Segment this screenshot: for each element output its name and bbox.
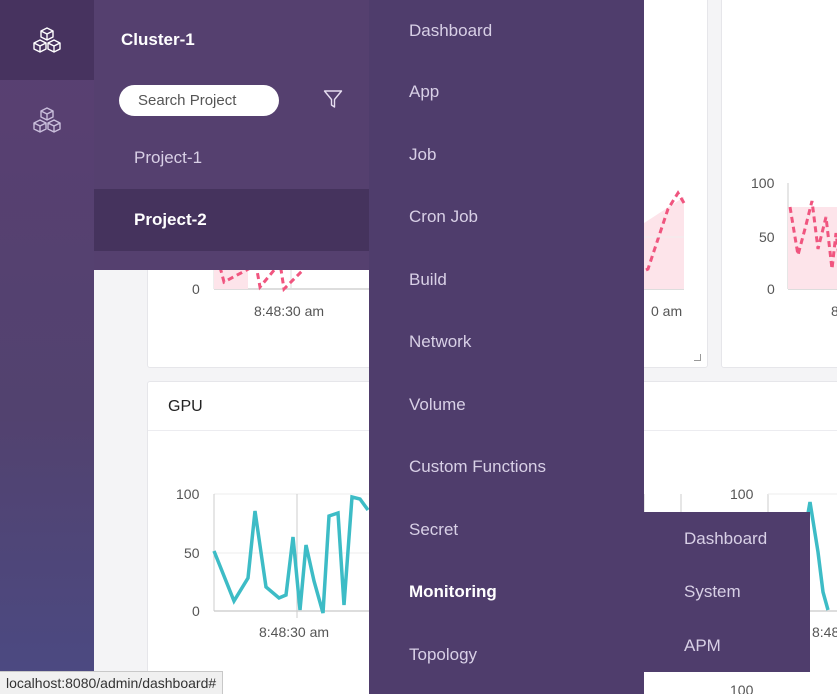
status-bar-url: localhost:8080/admin/dashboard#: [0, 671, 224, 694]
filter-icon[interactable]: [323, 89, 343, 114]
menu-item-cron-job[interactable]: Cron Job: [369, 186, 644, 248]
project-panel: Cluster-1 Project-1 Project-2: [94, 0, 370, 270]
y-tick-label: 100: [730, 682, 754, 694]
y-tick-label: 100: [730, 486, 754, 502]
submenu-item-system[interactable]: System: [644, 565, 810, 618]
menu-item-label: Job: [409, 145, 437, 164]
x-tick-label: 8:48:30 am: [259, 624, 330, 640]
menu-item-monitoring[interactable]: Monitoring: [369, 561, 644, 623]
monitoring-submenu: Dashboard System APM: [644, 512, 810, 672]
submenu-item-label: Dashboard: [684, 528, 768, 548]
y-tick-label: 50: [759, 229, 775, 245]
menu-item-build[interactable]: Build: [369, 249, 644, 311]
project-item[interactable]: Project-1: [94, 127, 370, 189]
y-tick-label: 100: [176, 486, 200, 502]
menu-item-app[interactable]: App: [369, 61, 644, 123]
submenu-item-dashboard[interactable]: Dashboard: [644, 512, 810, 565]
project-item-selected[interactable]: Project-2: [94, 189, 370, 251]
menu-item-label: Custom Functions: [409, 457, 546, 476]
menu-item-job[interactable]: Job: [369, 124, 644, 186]
left-rail: [0, 0, 94, 694]
rail-item-cluster-2[interactable]: [0, 80, 94, 160]
project-label: Project-1: [134, 148, 203, 167]
chart-top-right: [787, 183, 837, 290]
menu-item-custom-functions[interactable]: Custom Functions: [369, 436, 644, 498]
menu-item-network[interactable]: Network: [369, 311, 644, 373]
menu-item-label: Monitoring: [409, 582, 497, 601]
x-tick-label-partial: 8: [831, 303, 837, 319]
menu-item-label: Secret: [409, 520, 459, 539]
submenu-item-apm[interactable]: APM: [644, 619, 810, 672]
menu-item-volume[interactable]: Volume: [369, 374, 644, 436]
y-tick-label: 0: [192, 281, 200, 297]
menu-item-label: App: [409, 82, 440, 101]
menu-item-label: Build: [409, 270, 447, 289]
rail-item-cluster[interactable]: [0, 0, 94, 80]
y-tick-label: 0: [767, 281, 775, 297]
submenu-item-label: System: [684, 581, 741, 601]
x-tick-label-partial: 8:48: [812, 624, 837, 640]
menu-item-dashboard[interactable]: Dashboard: [369, 0, 644, 62]
y-tick-label: 100: [751, 175, 775, 191]
submenu-item-label: APM: [684, 635, 721, 655]
menu-item-label: Topology: [409, 645, 478, 664]
gpu-line: [212, 494, 370, 614]
menu-item-label: Cron Job: [409, 207, 478, 226]
memory-area-right: [638, 197, 684, 289]
project-label: Project-2: [134, 210, 207, 229]
x-tick-label: 8:48:30 am: [254, 303, 325, 319]
search-project-input[interactable]: [119, 85, 279, 116]
resize-handle[interactable]: [694, 354, 701, 361]
menu-item-label: Dashboard: [409, 21, 493, 40]
y-tick-label: 0: [192, 603, 200, 619]
chart-card-top-right: 100 50 0 8: [721, 0, 837, 368]
cluster-outline-icon: [33, 107, 61, 133]
cluster-icon: [33, 27, 61, 53]
cluster-title: Cluster-1: [121, 30, 195, 49]
resource-menu: Dashboard App Job Cron Job Build Network…: [369, 0, 644, 694]
menu-item-label: Volume: [409, 395, 466, 414]
menu-item-topology[interactable]: Topology: [369, 624, 644, 686]
menu-item-label: Network: [409, 332, 472, 351]
y-tick-label: 50: [184, 545, 200, 561]
menu-item-secret[interactable]: Secret: [369, 499, 644, 561]
x-tick-label-partial: 0 am: [651, 303, 683, 319]
